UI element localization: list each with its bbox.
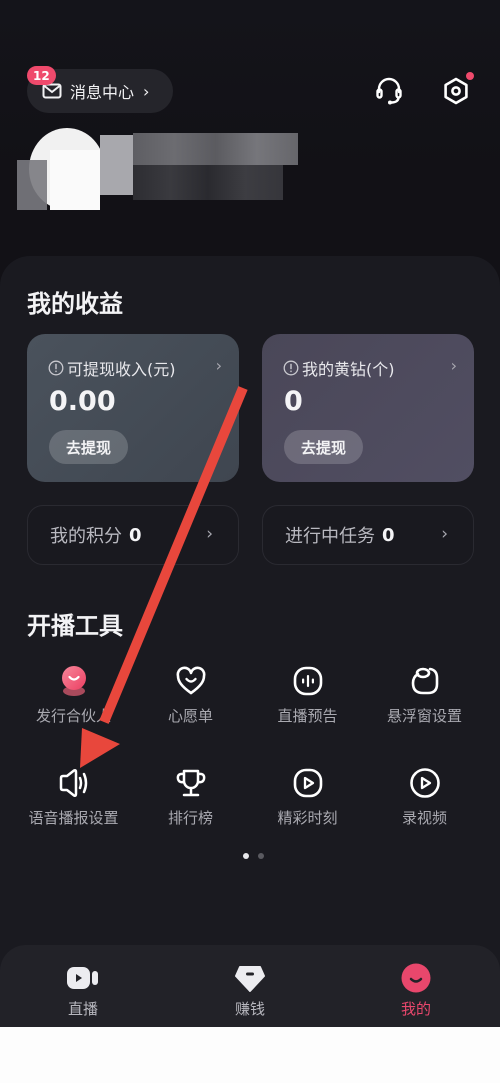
tool-label: 发行合伙人 bbox=[35, 707, 111, 725]
tool-label: 语音播报设置 bbox=[28, 809, 119, 827]
floating-window-icon bbox=[411, 667, 438, 695]
points-value: 0 bbox=[129, 524, 142, 546]
tasks-value: 0 bbox=[382, 524, 395, 546]
tab-label: 直播 bbox=[67, 1000, 98, 1018]
trophy-icon bbox=[176, 769, 205, 797]
tools-pager[interactable] bbox=[243, 853, 264, 859]
tools-title: 开播工具 bbox=[27, 612, 123, 640]
tool-label: 悬浮窗设置 bbox=[386, 707, 462, 725]
username-pixelated bbox=[133, 133, 298, 165]
chevron-right-icon: › bbox=[143, 81, 150, 101]
tool-label: 录视频 bbox=[401, 809, 447, 827]
message-count-badge: 12 bbox=[27, 66, 56, 85]
my-points-button[interactable]: 我的积分 0 › bbox=[27, 505, 239, 565]
tool-label: 排行榜 bbox=[167, 809, 213, 827]
tab-live[interactable]: 直播 bbox=[33, 962, 133, 1019]
earnings-title: 我的收益 bbox=[27, 290, 123, 318]
card-label: 我的黄钻(个) bbox=[302, 360, 395, 379]
settings-hexagon-icon bbox=[444, 77, 468, 105]
tool-wishlist[interactable]: 心愿单 bbox=[128, 664, 253, 744]
chevron-right-icon: › bbox=[450, 356, 457, 375]
tool-highlights[interactable]: 精彩时刻 bbox=[245, 766, 370, 846]
user-id-pixelated bbox=[133, 165, 283, 200]
yellow-diamond-value: 0 bbox=[284, 386, 303, 417]
withdraw-diamond-button[interactable]: 去提现 bbox=[284, 430, 363, 464]
avatar-mosaic bbox=[100, 135, 133, 195]
withdrawable-income-card[interactable]: 可提现收入(元) › 0.00 去提现 bbox=[27, 334, 239, 482]
tool-partner[interactable]: 发行合伙人 bbox=[11, 664, 136, 744]
info-icon bbox=[48, 360, 64, 376]
tool-live-preview[interactable]: 直播预告 bbox=[245, 664, 370, 744]
points-label: 我的积分 bbox=[50, 526, 122, 547]
info-icon bbox=[283, 360, 299, 376]
card-label: 可提现收入(元) bbox=[67, 360, 176, 379]
withdrawable-income-value: 0.00 bbox=[49, 386, 116, 417]
diamond-coin-icon bbox=[235, 966, 265, 992]
mail-icon bbox=[42, 83, 62, 99]
tasks-label: 进行中任务 bbox=[285, 526, 375, 547]
record-video-icon bbox=[409, 768, 440, 798]
settings-notification-dot bbox=[466, 72, 474, 80]
chevron-right-icon: › bbox=[215, 356, 222, 375]
customer-support-button[interactable] bbox=[371, 73, 407, 109]
chevron-right-icon: › bbox=[441, 524, 448, 544]
live-preview-icon bbox=[293, 666, 322, 696]
tab-label: 赚钱 bbox=[234, 1000, 265, 1018]
tool-leaderboard[interactable]: 排行榜 bbox=[128, 766, 253, 846]
tool-record-video[interactable]: 录视频 bbox=[362, 766, 487, 846]
tab-label: 我的 bbox=[400, 1000, 431, 1018]
partner-orb-icon bbox=[61, 666, 86, 696]
smile-face-icon bbox=[401, 963, 431, 993]
headset-icon bbox=[376, 77, 402, 105]
speaker-icon bbox=[59, 768, 87, 798]
tab-earn[interactable]: 赚钱 bbox=[200, 962, 300, 1019]
withdraw-cash-button[interactable]: 去提现 bbox=[49, 430, 128, 464]
avatar-mosaic bbox=[17, 160, 47, 210]
pager-dot-2[interactable] bbox=[258, 853, 264, 859]
tool-label: 直播预告 bbox=[277, 707, 338, 725]
tool-label: 心愿单 bbox=[167, 707, 213, 725]
avatar-mosaic bbox=[50, 150, 100, 210]
bottom-blank-area bbox=[0, 1027, 500, 1083]
tool-floating-window[interactable]: 悬浮窗设置 bbox=[362, 664, 487, 744]
ongoing-tasks-button[interactable]: 进行中任务 0 › bbox=[262, 505, 474, 565]
pager-dot-1[interactable] bbox=[243, 853, 249, 859]
video-camera-icon bbox=[67, 967, 98, 989]
yellow-diamond-card[interactable]: 我的黄钻(个) › 0 去提现 bbox=[262, 334, 474, 482]
message-center-label: 消息中心 bbox=[70, 83, 135, 102]
tool-voice-broadcast[interactable]: 语音播报设置 bbox=[11, 766, 136, 846]
chevron-right-icon: › bbox=[206, 524, 213, 544]
highlight-play-icon bbox=[293, 768, 322, 798]
tab-me[interactable]: 我的 bbox=[366, 962, 466, 1019]
heart-smile-icon bbox=[176, 666, 205, 695]
tool-label: 精彩时刻 bbox=[277, 809, 338, 827]
